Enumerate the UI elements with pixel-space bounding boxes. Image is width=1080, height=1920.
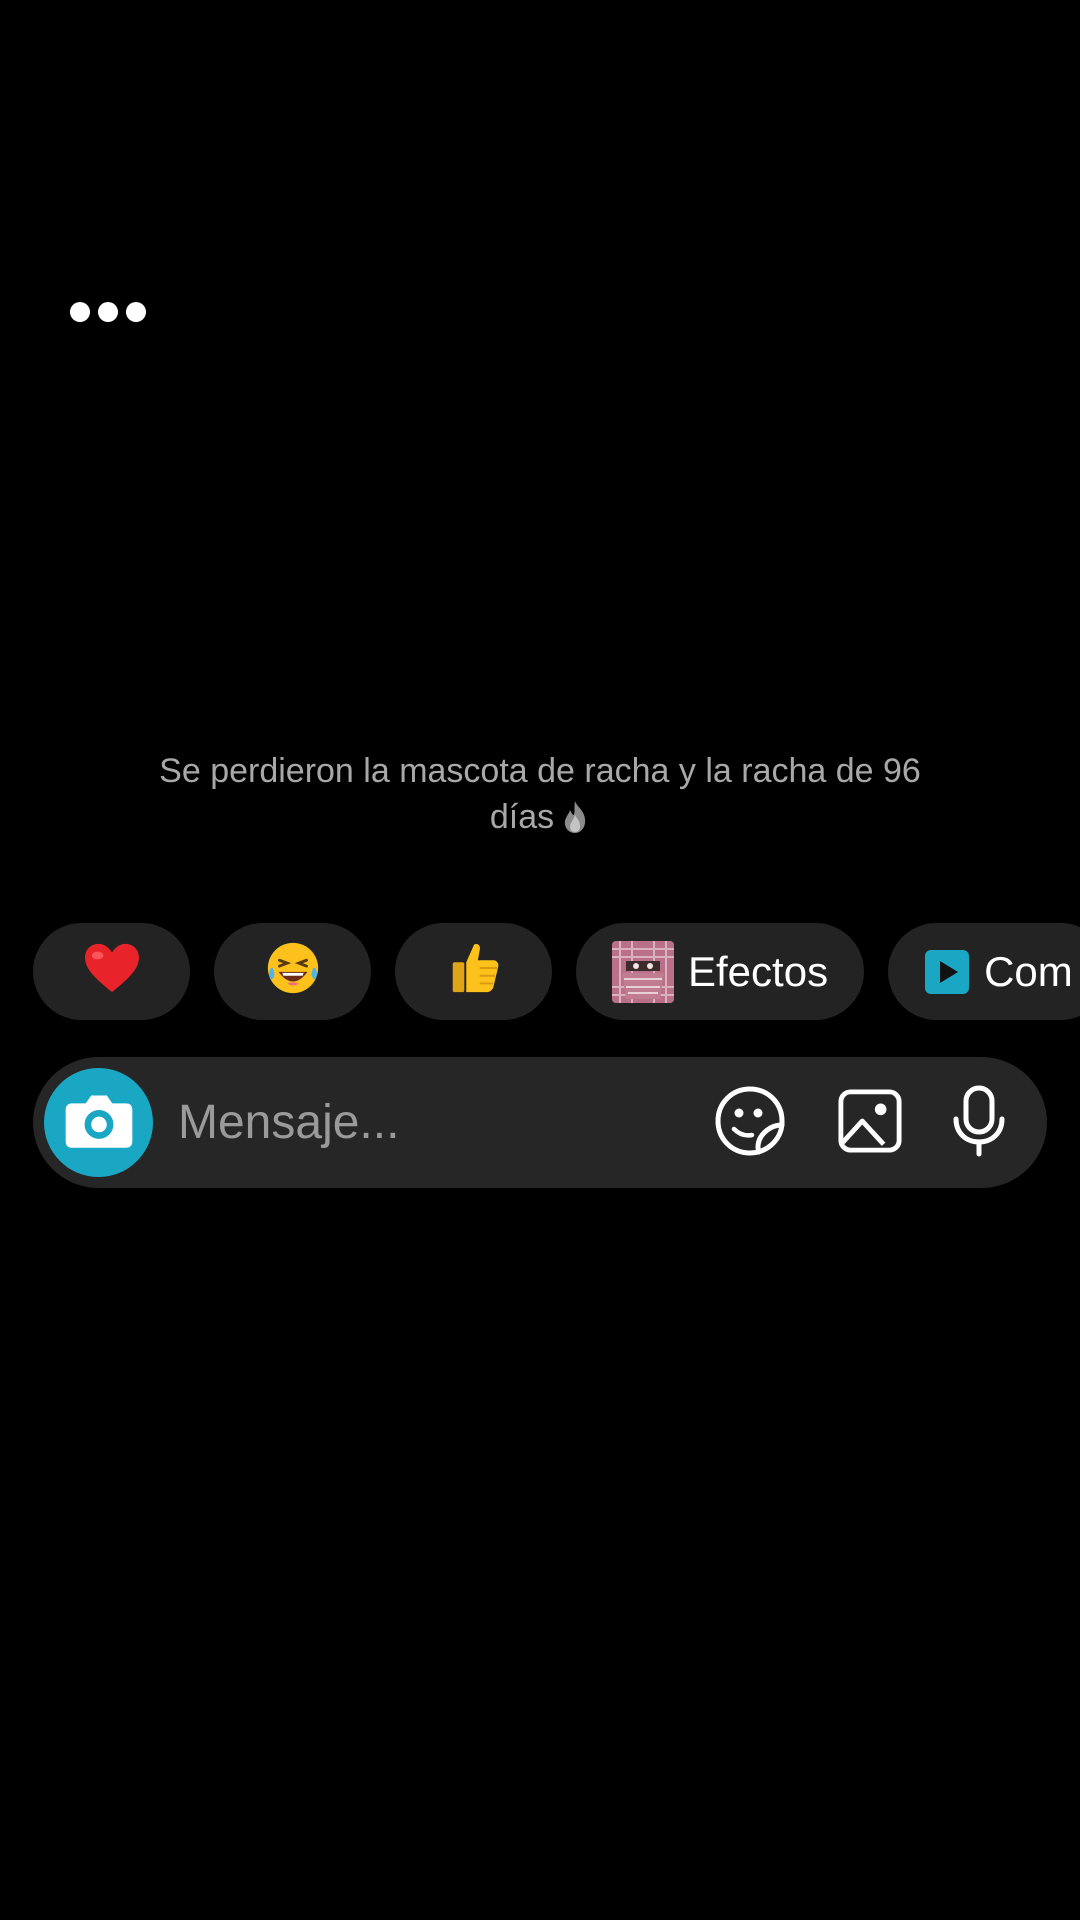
effects-thumbnail-icon [612,940,674,1003]
typing-indicator [70,302,146,322]
gallery-button[interactable] [834,1087,906,1159]
quick-reply-bar: Efectos Com [33,923,1080,1020]
message-input[interactable] [178,1087,678,1157]
camera-icon [63,1090,135,1155]
camera-button[interactable] [44,1068,153,1177]
thumbs-up-reaction-chip[interactable] [395,923,552,1020]
thumbs-up-emoji-icon [445,939,503,1005]
com-chip[interactable]: Com [888,923,1080,1020]
streak-lost-text: Se perdieron la mascota de racha y la ra… [159,752,921,836]
com-label: Com [984,947,1073,995]
gallery-icon [837,1088,903,1159]
typing-dot [126,302,146,322]
sticker-icon [714,1085,786,1162]
heart-emoji-icon [83,942,141,1002]
typing-dot [98,302,118,322]
fire-icon [560,800,590,834]
heart-reaction-chip[interactable] [33,923,190,1020]
effects-label: Efectos [688,947,829,995]
typing-dot [70,302,90,322]
streak-lost-notice: Se perdieron la mascota de racha y la ra… [140,748,940,840]
sticker-button[interactable] [714,1085,786,1162]
laughing-emoji-icon [264,939,322,1005]
play-icon [924,949,970,995]
message-composer [33,1057,1047,1188]
microphone-icon [949,1085,1009,1162]
microphone-button[interactable] [943,1085,1015,1162]
laugh-reaction-chip[interactable] [214,923,371,1020]
effects-chip[interactable]: Efectos [576,923,865,1020]
